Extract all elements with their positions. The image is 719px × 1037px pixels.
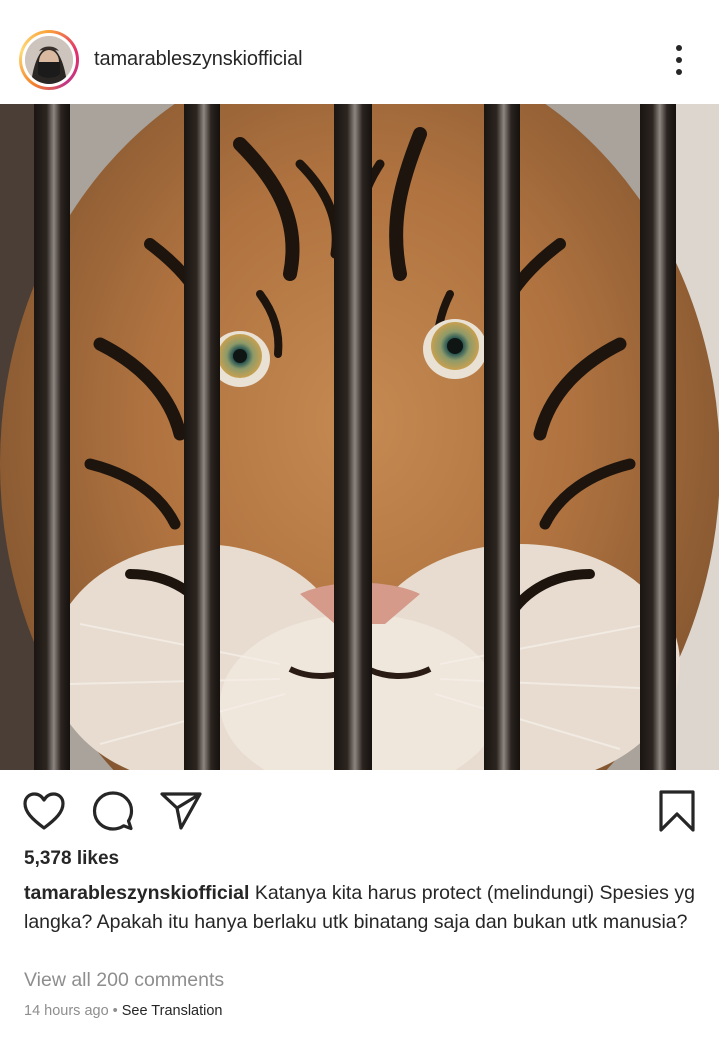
post-actions-bar — [0, 770, 719, 850]
post-meta: 14 hours ago • See Translation — [24, 1003, 223, 1019]
separator-dot: • — [112, 1003, 118, 1019]
post-timestamp: 14 hours ago — [24, 1003, 109, 1019]
see-translation-link[interactable]: See Translation — [122, 1003, 223, 1019]
more-options-icon[interactable] — [666, 42, 692, 78]
tiger-photo — [0, 104, 719, 770]
avatar-border — [22, 33, 76, 87]
post-photo-tiger-behind-bars[interactable] — [0, 104, 719, 770]
post-header: tamarableszynskiofficial — [0, 0, 719, 104]
bookmark-icon[interactable] — [654, 788, 700, 834]
comment-bubble-icon[interactable] — [90, 788, 136, 834]
story-ring[interactable] — [19, 30, 79, 90]
more-dot — [676, 45, 682, 51]
send-icon[interactable] — [158, 788, 204, 834]
avatar-image — [25, 36, 73, 84]
heart-icon[interactable] — [21, 788, 67, 834]
post-caption: tamarableszynskiofficial Katanya kita ha… — [24, 879, 704, 936]
post-username[interactable]: tamarableszynskiofficial — [94, 48, 303, 71]
more-dot — [676, 69, 682, 75]
avatar[interactable] — [25, 36, 73, 84]
more-dot — [676, 57, 682, 63]
likes-count[interactable]: 5,378 likes — [24, 848, 119, 870]
caption-username[interactable]: tamarableszynskiofficial — [24, 882, 249, 904]
view-all-comments-link[interactable]: View all 200 comments — [24, 969, 224, 992]
